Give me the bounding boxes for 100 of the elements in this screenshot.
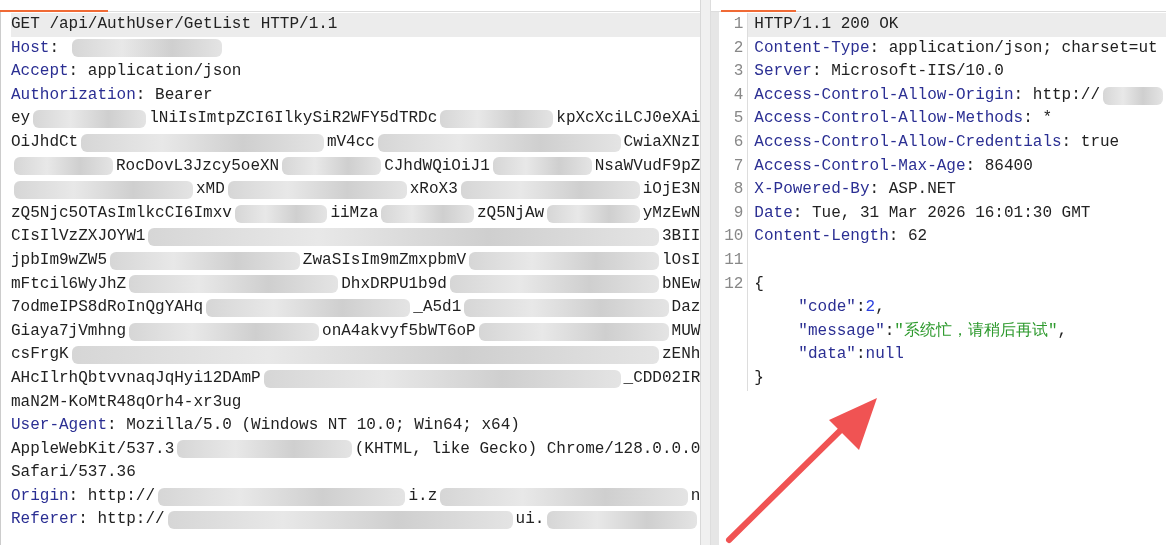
code-text: kpXcXciLCJ0eXAi (556, 108, 701, 130)
json-key: "code" (798, 296, 856, 320)
code-text: OiJhdCt (11, 131, 79, 153)
pane-splitter[interactable] (701, 0, 712, 545)
code-text: mV4cc (326, 131, 375, 153)
code-text: maN2M-KoMtR48qOrh4-xr3ug (11, 391, 242, 413)
code-text: : application/json (68, 61, 242, 83)
code-text: bNEw (661, 273, 701, 295)
code-text: AppleWebKit/537.3 (11, 438, 175, 460)
code-text: DhxDRPU1b9d (341, 273, 447, 295)
code-text: : Tue, 31 Mar 2026 16:01:30 GMT (792, 202, 1091, 224)
code-text: xMD (195, 179, 225, 201)
header-name: Content-Type (754, 37, 870, 59)
header-name: User-Agent (11, 415, 107, 437)
code-text: zQ5Njc5OTAsImlkcCI6Imxv (11, 202, 232, 224)
line-number: 12 (724, 274, 744, 293)
header-name: Content-Length (754, 226, 889, 248)
code-text: zQ5NjAw (476, 202, 545, 224)
line-number: 7 (733, 156, 744, 175)
code-text: jpbIm9wZW5 (11, 249, 107, 271)
code-text: CwiaXNzI (623, 131, 701, 153)
code-text: 3BII (661, 226, 701, 248)
line-number: 5 (733, 109, 744, 128)
header-name: Access-Control-Allow-Methods (754, 108, 1024, 130)
code-text: i.z (408, 485, 438, 507)
code-text: CIsIlVzZXJOYW1 (11, 226, 146, 248)
code-text: : http:// (78, 509, 165, 531)
code-text: } (754, 367, 764, 389)
code-text: , (875, 297, 885, 319)
code-text: : Bearer (135, 84, 213, 106)
code-text: ey (11, 108, 31, 130)
code-text: : http:// (68, 485, 156, 507)
code-text: HTTP/1.1 200 OK (754, 14, 899, 35)
code-text: onA4akvyf5bWT6oP (322, 320, 476, 342)
code-text: (KHTML, like Gecko) Chrome/128.0.0.0 (354, 438, 701, 460)
code-text: CJhdWQiOiJ1 (384, 155, 490, 177)
code-text: : Microsoft-IIS/10.0 (811, 61, 1004, 83)
code-text: _A5d1 (413, 297, 462, 319)
code-text: RocDovL3Jzcy5oeXN (115, 155, 280, 177)
code-text: n (690, 485, 701, 507)
code-text: , (1057, 320, 1068, 342)
header-name: Date (754, 202, 793, 224)
header-name: Host (11, 37, 50, 59)
header-name: X-Powered-By (754, 179, 870, 201)
json-null: null (865, 344, 904, 366)
line-number: 9 (733, 203, 744, 222)
code-text: : true (1061, 131, 1120, 153)
code-text: lNiIsImtpZCI6IlkySiR2WFY5dTRDc (149, 108, 438, 130)
code-text: : (49, 37, 60, 59)
code-text: ZwaSIsIm9mZmxpbmV (302, 249, 467, 271)
code-text: NsaWVudF9pZ (594, 155, 701, 177)
line-number: 1 (733, 15, 744, 33)
code-text: : application/json; charset=ut (869, 37, 1158, 59)
header-name: Accept (11, 61, 69, 83)
code-text: { (754, 273, 764, 295)
code-text: : 86400 (965, 155, 1033, 177)
code-text: 7odmeIPS8dRoInQgYAHq (11, 297, 204, 319)
code-text: : 62 (888, 226, 928, 248)
code-text: : * (1023, 108, 1052, 130)
header-name: Access-Control-Allow-Origin (754, 84, 1014, 106)
line-number: 4 (733, 85, 744, 104)
code-text: : http:// (1013, 84, 1100, 106)
code-text: : (855, 344, 866, 366)
redacted-blur (1103, 86, 1163, 105)
code-text: yMzEwN (642, 202, 701, 224)
code-text: _CDD02IR (623, 367, 701, 389)
header-name: Access-Control-Allow-Credentials (754, 131, 1062, 153)
code-text: AHcIlrhQbtvvnaqJqHyi12DAmP (11, 367, 261, 389)
code-text: zENh (661, 344, 701, 366)
json-string: "系统忙，请稍后再试" (894, 320, 1058, 342)
code-text: ui. (515, 509, 545, 531)
line-number: 8 (733, 180, 744, 199)
code-text: : Mozilla/5.0 (Windows NT 10.0; Win64; x64) (107, 415, 520, 437)
code-text: MUW (671, 320, 701, 342)
line-number: 3 (733, 62, 744, 81)
line-number: 10 (724, 227, 744, 246)
json-key: "data" (798, 343, 856, 367)
line-number: 6 (733, 132, 744, 151)
header-name: Server (754, 61, 812, 83)
line-number: 11 (724, 250, 744, 269)
code-text: GET /api/AuthUser/GetList HTTP/1.1 (11, 14, 338, 35)
json-number: 2 (865, 297, 876, 319)
header-name: Authorization (11, 84, 136, 106)
header-name: Origin (11, 485, 69, 507)
code-text: Safari/537.36 (11, 462, 136, 484)
code-text: iiMza (330, 202, 379, 224)
header-name: Referer (11, 509, 79, 531)
code-text: iOjE3N (642, 179, 701, 201)
code-text: : (884, 320, 895, 342)
code-text: : (855, 297, 866, 319)
code-text: Giaya7jVmhng (11, 320, 127, 342)
code-text: : ASP.NET (869, 179, 956, 201)
code-text: Daz (671, 297, 701, 319)
code-text: csFrgK (11, 344, 69, 366)
json-key: "message" (798, 319, 885, 344)
header-name: Access-Control-Max-Age (754, 155, 966, 177)
code-text: lOsI (661, 249, 701, 271)
code-text: mFtcil6WyJhZ (11, 273, 127, 295)
code-text: xRoX3 (409, 179, 458, 201)
line-number: 2 (733, 38, 744, 57)
